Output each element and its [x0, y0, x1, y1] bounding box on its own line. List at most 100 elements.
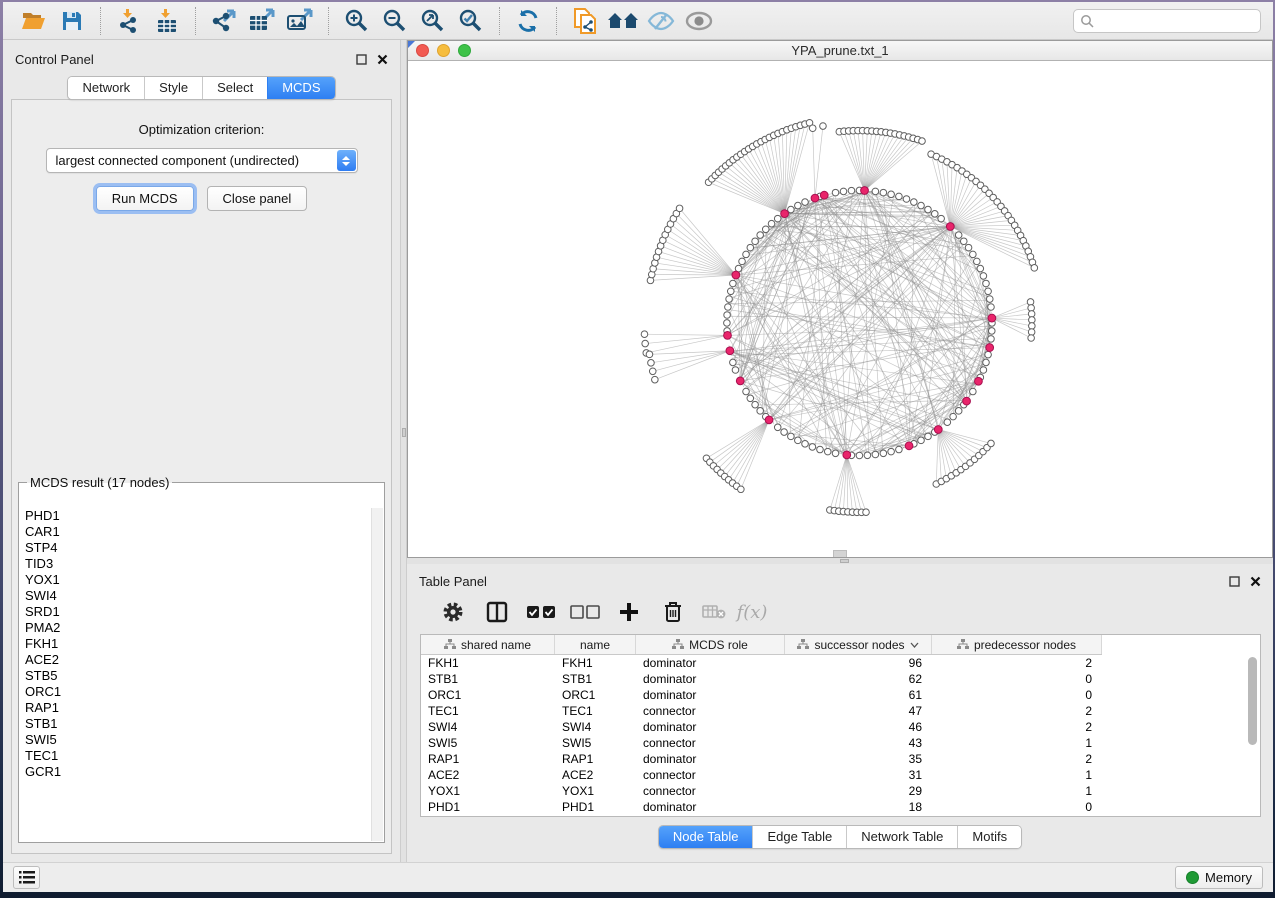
network-node[interactable] [824, 448, 831, 455]
network-node[interactable] [864, 452, 871, 459]
network-node[interactable] [896, 193, 903, 200]
mcds-hub-node[interactable] [724, 332, 732, 340]
save-session-icon[interactable] [55, 6, 89, 36]
network-node[interactable] [832, 189, 839, 196]
zoom-selected-icon[interactable] [454, 6, 488, 36]
tab-style[interactable]: Style [144, 77, 202, 99]
network-node[interactable] [642, 340, 649, 347]
network-node[interactable] [727, 288, 734, 295]
network-node[interactable] [974, 258, 981, 265]
network-node[interactable] [856, 452, 863, 459]
mcds-hub-node[interactable] [934, 426, 942, 434]
mcds-result-item[interactable]: FKH1 [20, 636, 371, 652]
network-node[interactable] [925, 433, 932, 440]
column-header-MCDS-role[interactable]: MCDS role [636, 635, 785, 654]
column-header-successor-nodes[interactable]: successor nodes [785, 635, 932, 654]
tab-motifs[interactable]: Motifs [957, 826, 1021, 848]
network-node[interactable] [848, 187, 855, 194]
mcds-result-item[interactable]: STB5 [20, 668, 371, 684]
network-node[interactable] [985, 351, 992, 358]
network-node[interactable] [911, 199, 918, 206]
column-header-name[interactable]: name [555, 635, 636, 654]
hide-selected-icon[interactable] [644, 6, 678, 36]
mcds-result-item[interactable]: ACE2 [20, 652, 371, 668]
optimization-criterion-select[interactable]: largest connected component (undirected) [46, 148, 358, 173]
network-node[interactable] [820, 123, 827, 130]
network-node[interactable] [781, 429, 788, 436]
copy-style-icon[interactable] [568, 6, 602, 36]
scrollbar-thumb[interactable] [1248, 657, 1257, 745]
network-node[interactable] [757, 408, 764, 415]
network-node[interactable] [649, 368, 656, 375]
mcds-result-item[interactable]: ORC1 [20, 684, 371, 700]
network-node[interactable] [880, 450, 887, 457]
export-table-icon[interactable] [245, 6, 279, 36]
network-node[interactable] [988, 336, 995, 343]
network-node[interactable] [955, 232, 962, 239]
mcds-result-item[interactable]: STP4 [20, 540, 371, 556]
network-node[interactable] [888, 191, 895, 198]
show-columns-icon[interactable] [475, 597, 519, 627]
network-node[interactable] [918, 437, 925, 444]
network-window-titlebar[interactable]: YPA_prune.txt_1 [408, 41, 1272, 61]
network-node[interactable] [774, 424, 781, 431]
network-node[interactable] [988, 304, 995, 311]
network-node[interactable] [944, 419, 951, 426]
network-scroll-grip[interactable] [833, 550, 847, 557]
network-node[interactable] [752, 238, 759, 245]
import-network-icon[interactable] [112, 6, 146, 36]
network-node[interactable] [646, 351, 653, 358]
network-node[interactable] [774, 215, 781, 222]
vertical-splitter[interactable] [400, 40, 407, 862]
mcds-hub-node[interactable] [905, 442, 913, 450]
close-panel-icon[interactable] [377, 54, 388, 65]
mcds-result-item[interactable]: STB1 [20, 716, 371, 732]
network-node[interactable] [938, 215, 945, 222]
mcds-hub-node[interactable] [726, 347, 734, 355]
mcds-result-item[interactable]: CAR1 [20, 524, 371, 540]
network-node[interactable] [983, 280, 990, 287]
network-canvas[interactable] [408, 61, 1272, 557]
mcds-hub-node[interactable] [820, 191, 828, 199]
close-panel-icon[interactable] [1250, 576, 1261, 587]
network-node[interactable] [863, 509, 870, 516]
mcds-result-item[interactable]: GCR1 [20, 764, 371, 780]
network-node[interactable] [988, 328, 995, 335]
tab-node-table[interactable]: Node Table [659, 826, 753, 848]
open-file-icon[interactable] [17, 6, 51, 36]
memory-button[interactable]: Memory [1175, 866, 1263, 889]
export-network-icon[interactable] [207, 6, 241, 36]
tab-edge-table[interactable]: Edge Table [752, 826, 846, 848]
network-node[interactable] [768, 220, 775, 227]
splitter-handle[interactable] [402, 428, 406, 437]
network-node[interactable] [983, 359, 990, 366]
splitter-handle[interactable] [840, 559, 849, 563]
mcds-hub-node[interactable] [811, 194, 819, 202]
table-row[interactable]: FKH1FKH1dominator962 [421, 655, 1260, 671]
network-node[interactable] [757, 232, 764, 239]
table-row[interactable]: YOX1YOX1connector291 [421, 783, 1260, 799]
mcds-hub-node[interactable] [843, 451, 851, 459]
network-node[interactable] [970, 251, 977, 258]
mcds-result-item[interactable]: SWI5 [20, 732, 371, 748]
mcds-hub-node[interactable] [732, 271, 740, 279]
network-node[interactable] [965, 244, 972, 251]
mcds-result-item[interactable]: SRD1 [20, 604, 371, 620]
network-node[interactable] [832, 450, 839, 457]
network-node[interactable] [888, 448, 895, 455]
network-node[interactable] [918, 202, 925, 209]
zoom-fit-icon[interactable] [416, 6, 450, 36]
deselect-all-icon[interactable] [563, 597, 607, 627]
network-node[interactable] [752, 401, 759, 408]
network-node[interactable] [747, 395, 754, 402]
network-node[interactable] [809, 444, 816, 451]
network-node[interactable] [648, 360, 655, 367]
network-node[interactable] [743, 388, 750, 395]
mcds-result-item[interactable]: TID3 [20, 556, 371, 572]
tab-network[interactable]: Network [68, 77, 144, 99]
export-image-icon[interactable] [283, 6, 317, 36]
network-node[interactable] [762, 226, 769, 233]
search-input[interactable] [1098, 14, 1254, 28]
network-node[interactable] [795, 202, 802, 209]
network-node[interactable] [652, 376, 659, 383]
